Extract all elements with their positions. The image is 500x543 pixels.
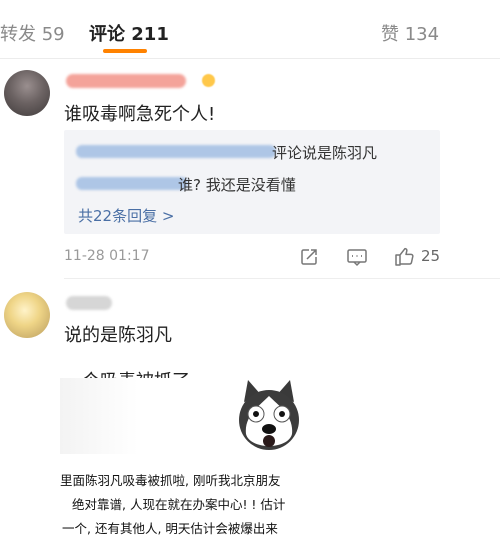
reply-line-1: 评论说是陈羽凡 — [272, 144, 378, 162]
comment-timestamp: 11-28 01:17 — [64, 248, 150, 264]
reply-author-blurred — [76, 177, 188, 190]
image-text-line: 一个, 还有其他人, 明天估计会被爆出来 — [62, 521, 278, 536]
reply-line-2: 谁? 我还是没看懂 — [178, 176, 296, 194]
like-count: 25 — [421, 247, 441, 265]
comment-text-line: 说的是陈羽凡 — [64, 325, 172, 346]
comment-divider — [64, 278, 500, 279]
avatar[interactable] — [4, 292, 50, 338]
tab-likes[interactable]: 赞 134 — [381, 20, 439, 46]
thumbs-up-icon[interactable] — [394, 246, 415, 267]
husky-meme-icon — [232, 378, 306, 456]
tab-comments[interactable]: 评论 211 — [89, 20, 169, 46]
share-icon[interactable] — [299, 247, 319, 267]
username-blurred[interactable] — [66, 74, 186, 88]
image-text-line: 绝对靠谱, 人现在就在办案中心! ! 估计 — [72, 497, 286, 512]
avatar[interactable] — [4, 70, 50, 116]
tab-repost[interactable]: 转发 59 — [0, 20, 65, 46]
comment-tabs: 转发 59 评论 211 赞 134 — [0, 0, 500, 59]
active-tab-indicator — [103, 49, 147, 53]
reply-author-blurred — [76, 145, 276, 158]
comment-icon[interactable] — [346, 247, 368, 267]
username-blurred[interactable] — [66, 296, 112, 310]
reply-preview[interactable]: 评论说是陈羽凡 谁? 我还是没看懂 共22条回复 > — [64, 130, 440, 234]
user-badge — [202, 74, 215, 87]
view-replies-link[interactable]: 共22条回复 > — [78, 205, 174, 226]
comment-text: 谁吸毒啊急死个人! — [64, 104, 216, 125]
image-text-line: 里面陈羽凡吸毒被抓啦, 刚听我北京朋友 — [60, 473, 281, 488]
